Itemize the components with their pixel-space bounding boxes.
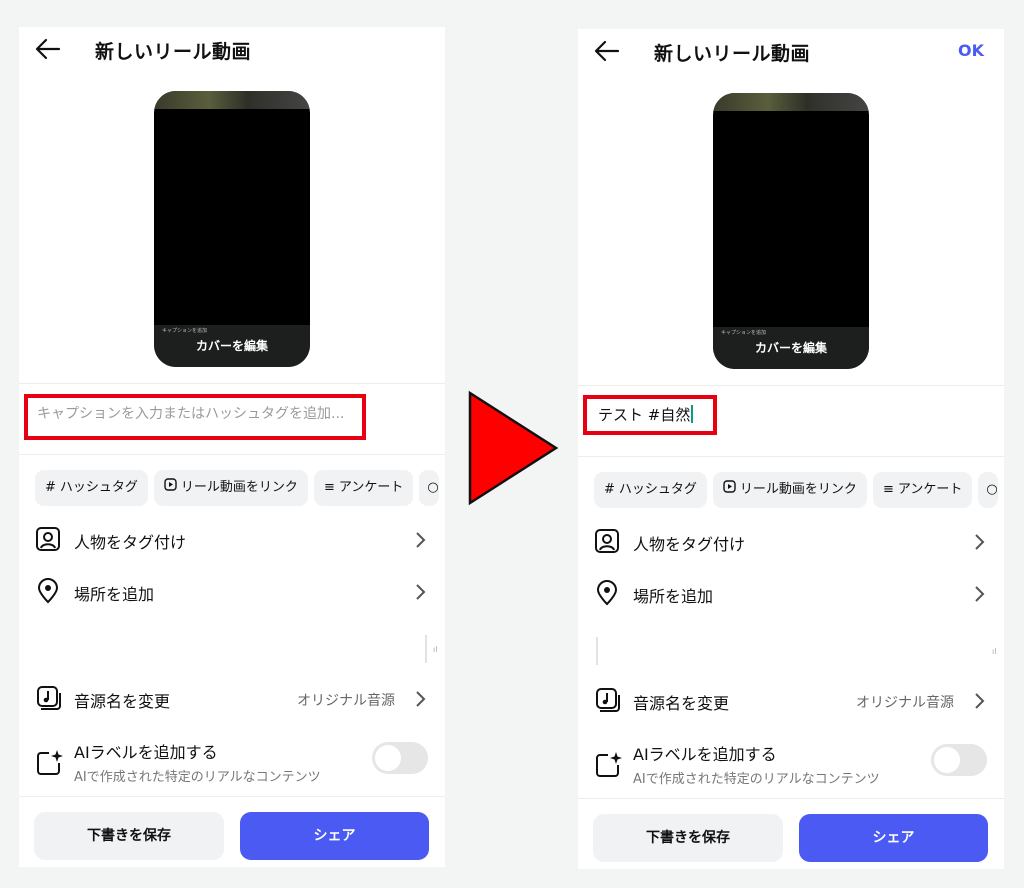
chip-poll[interactable]: ≡ アンケート [313, 470, 414, 506]
location-pin-icon [37, 578, 59, 604]
tag-people-row[interactable]: 人物をタグ付け [19, 520, 445, 560]
chevron-right-icon [975, 586, 985, 602]
tag-people-label: 人物をタグ付け [74, 533, 187, 552]
chip-more[interactable]: ○ [978, 472, 999, 508]
share-button[interactable]: シェア [240, 812, 429, 860]
play-triangle-icon [468, 390, 559, 506]
person-tag-icon [36, 527, 60, 551]
chip-more[interactable]: ○ [419, 470, 440, 506]
ai-label-row: AIラベルを追加する AIで作成された特定のリアルなコンテンツ [578, 741, 1004, 801]
faint-mark: ıl [992, 647, 997, 656]
edit-cover-button[interactable]: カバーを編集 [713, 339, 869, 356]
sparkle-square-icon [37, 750, 63, 775]
chip-label: ハッシュタグ [59, 480, 138, 495]
chip-poll[interactable]: ≡ アンケート [872, 472, 973, 508]
poll-icon: ≡ [323, 480, 335, 495]
page-title: 新しいリール動画 [654, 43, 811, 65]
preview-caption-hint: キャプションを追加 [162, 328, 208, 334]
arrow-left-icon [35, 38, 61, 60]
preview-caption-hint: キャプションを追加 [721, 330, 767, 336]
chip-row: # ハッシュタグ リール動画をリンク ≡ アンケート ○ [594, 472, 1004, 508]
rename-audio-label: 音源名を変更 [74, 692, 171, 711]
reel-link-icon [164, 470, 177, 506]
search-icon: ○ [986, 482, 998, 497]
hash-icon: # [604, 482, 615, 497]
top-bar: 新しいリール動画 [19, 27, 445, 71]
edit-cover-button[interactable]: カバーを編集 [154, 337, 310, 354]
divider [19, 454, 445, 455]
ai-label-subtitle: AIで作成された特定のリアルなコンテンツ [74, 770, 321, 785]
rename-audio-row[interactable]: 音源名を変更 オリジナル音源 [578, 681, 1004, 721]
chevron-right-icon [975, 534, 985, 550]
right-screen: 新しいリール動画 OK キャプションを追加 カバーを編集 テスト #自然 # ハッ… [578, 29, 1004, 869]
ai-label-row: AIラベルを追加する AIで作成された特定のリアルなコンテンツ [19, 739, 445, 799]
rename-audio-row[interactable]: 音源名を変更 オリジナル音源 [19, 679, 445, 719]
ai-label-title: AIラベルを追加する [74, 743, 218, 762]
toggle-knob [934, 747, 960, 773]
music-note-icon [37, 686, 61, 710]
arrow-left-icon [594, 40, 620, 62]
chip-label: リール動画をリンク [739, 482, 857, 497]
toggle-knob [375, 745, 401, 771]
divider [578, 385, 1004, 386]
back-button[interactable] [592, 37, 622, 65]
chip-label: ハッシュタグ [618, 482, 697, 497]
sparkle-square-icon [596, 752, 622, 777]
ai-label-toggle[interactable] [372, 742, 428, 774]
ok-button[interactable]: OK [958, 41, 984, 60]
search-icon: ○ [427, 480, 439, 495]
divider [578, 456, 1004, 457]
hash-icon: # [45, 480, 56, 495]
chevron-right-icon [416, 532, 426, 548]
back-button[interactable] [33, 35, 63, 63]
music-note-icon [596, 688, 620, 712]
audio-value: オリジナル音源 [856, 695, 954, 711]
audio-value: オリジナル音源 [297, 693, 395, 709]
ai-label-subtitle: AIで作成された特定のリアルなコンテンツ [633, 772, 880, 787]
rename-audio-label: 音源名を変更 [633, 694, 730, 713]
preview-top-strip [154, 91, 310, 109]
chip-hashtag[interactable]: # ハッシュタグ [594, 472, 707, 508]
location-pin-icon [596, 580, 618, 606]
chip-row: # ハッシュタグ リール動画をリンク ≡ アンケート ○ [35, 470, 445, 506]
add-location-row[interactable]: 場所を追加 [19, 572, 445, 612]
highlight-box [24, 394, 366, 440]
add-location-row[interactable]: 場所を追加 [578, 574, 1004, 614]
chevron-right-icon [975, 693, 985, 709]
divider [578, 798, 1004, 799]
tag-people-row[interactable]: 人物をタグ付け [578, 522, 1004, 562]
scroll-hint [596, 637, 598, 665]
chip-label: アンケート [338, 480, 404, 495]
highlight-box [583, 395, 717, 435]
share-button[interactable]: シェア [799, 814, 988, 862]
ai-label-toggle[interactable] [931, 744, 987, 776]
scroll-hint [425, 635, 427, 663]
chip-label: リール動画をリンク [180, 480, 298, 495]
chip-link-reel[interactable]: リール動画をリンク [153, 470, 308, 506]
ai-label-title: AIラベルを追加する [633, 745, 777, 764]
person-tag-icon [595, 529, 619, 553]
save-draft-button[interactable]: 下書きを保存 [34, 812, 224, 860]
preview-top-strip [713, 93, 869, 111]
divider [19, 796, 445, 797]
faint-mark: ıl [433, 645, 438, 654]
chip-link-reel[interactable]: リール動画をリンク [712, 472, 867, 508]
top-bar: 新しいリール動画 OK [578, 29, 1004, 73]
video-preview[interactable]: キャプションを追加 カバーを編集 [154, 91, 310, 367]
chevron-right-icon [416, 584, 426, 600]
save-draft-button[interactable]: 下書きを保存 [593, 814, 783, 862]
reel-link-icon [723, 472, 736, 508]
chevron-right-icon [416, 691, 426, 707]
divider [19, 383, 445, 384]
add-location-label: 場所を追加 [633, 587, 714, 606]
tag-people-label: 人物をタグ付け [633, 535, 746, 554]
page-title: 新しいリール動画 [95, 41, 252, 63]
chip-label: アンケート [897, 482, 963, 497]
chip-hashtag[interactable]: # ハッシュタグ [35, 470, 148, 506]
add-location-label: 場所を追加 [74, 585, 155, 604]
poll-icon: ≡ [882, 482, 894, 497]
video-preview[interactable]: キャプションを追加 カバーを編集 [713, 93, 869, 369]
left-screen: 新しいリール動画 キャプションを追加 カバーを編集 キャプションを入力またはハッ… [19, 27, 445, 867]
